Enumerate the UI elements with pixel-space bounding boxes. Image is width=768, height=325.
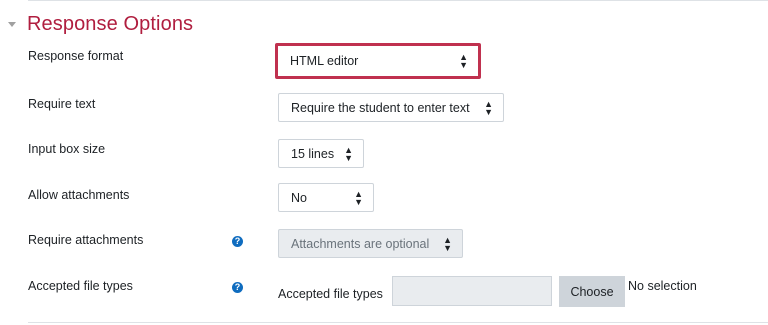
require-text-value: Require the student to enter text — [291, 100, 470, 115]
up-down-arrows-icon: ▲ ▼ — [354, 188, 363, 207]
no-selection-status: No selection — [628, 279, 697, 293]
bottom-divider — [28, 322, 768, 323]
section-title[interactable]: Response Options — [27, 10, 193, 38]
input-box-size-label: Input box size — [28, 142, 106, 156]
allow-attachments-select[interactable]: No ▲ ▼ — [278, 183, 374, 212]
input-box-size-value: 15 lines — [291, 146, 335, 161]
require-attachments-value: Attachments are optional — [291, 236, 430, 251]
accepted-file-types-input[interactable] — [392, 276, 552, 306]
input-box-size-select[interactable]: 15 lines ▲ ▼ — [278, 139, 364, 168]
up-down-arrows-icon: ▲ ▼ — [344, 144, 353, 163]
require-text-label: Require text — [28, 97, 96, 111]
response-format-label: Response format — [28, 49, 124, 63]
section-header-response-options[interactable]: Response Options — [8, 10, 193, 38]
require-text-select[interactable]: Require the student to enter text ▲ ▼ — [278, 93, 504, 122]
response-format-select[interactable]: HTML editor ▲ ▼ — [275, 43, 481, 79]
require-attachments-select: Attachments are optional ▲ ▼ — [278, 229, 463, 258]
allow-attachments-label: Allow attachments — [28, 188, 130, 202]
require-attachments-label: Require attachments — [28, 233, 144, 247]
accepted-file-types-inner-label: Accepted file types — [278, 287, 383, 301]
allow-attachments-value: No — [291, 190, 307, 205]
accepted-file-types-label: Accepted file types — [28, 279, 133, 293]
question-circle-icon[interactable]: ? — [232, 282, 243, 293]
caret-down-icon[interactable] — [8, 22, 16, 27]
up-down-arrows-icon: ▲ ▼ — [484, 98, 493, 117]
response-format-value: HTML editor — [290, 54, 359, 68]
choose-button[interactable]: Choose — [559, 276, 625, 307]
up-down-arrows-icon: ▲ ▼ — [443, 234, 452, 253]
top-divider — [28, 0, 768, 1]
up-down-arrows-icon: ▲ ▼ — [459, 52, 468, 70]
question-circle-icon[interactable]: ? — [232, 236, 243, 247]
